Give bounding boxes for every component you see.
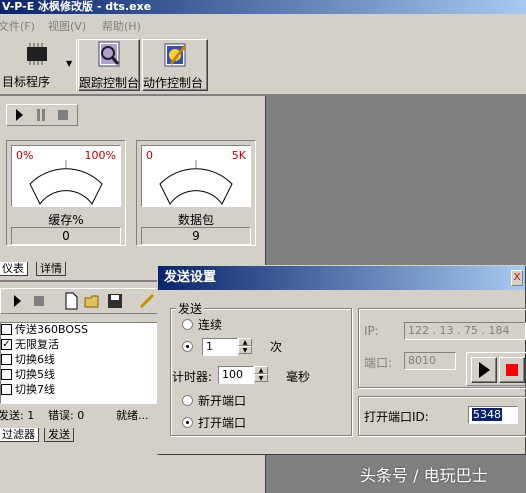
timer-unit: 毫秒 bbox=[286, 370, 311, 384]
spin-up-icon[interactable]: ▲ bbox=[238, 338, 252, 346]
list-checkbox[interactable] bbox=[1, 383, 12, 395]
port-label: 端口: bbox=[364, 356, 393, 370]
timer-label: 计时器: bbox=[172, 370, 213, 384]
list-play-button[interactable] bbox=[7, 291, 27, 311]
menu-view[interactable]: 视图(V) bbox=[48, 18, 86, 34]
cache-gauge-caption: 缓存% bbox=[48, 213, 84, 227]
ip-label: IP: bbox=[364, 324, 379, 338]
cache-gauge: 0% 100% 缓存% 0 bbox=[6, 140, 126, 246]
status-error: 错误: 0 bbox=[48, 409, 85, 422]
list-checkbox[interactable] bbox=[1, 353, 12, 365]
count-radio[interactable] bbox=[182, 340, 198, 354]
list-item[interactable]: 切换5线 bbox=[1, 368, 55, 382]
action-console-label: 动作控制台 bbox=[143, 76, 204, 90]
radio-indicator bbox=[182, 319, 193, 330]
list-stop-button[interactable] bbox=[29, 291, 49, 311]
open-folder-icon[interactable] bbox=[83, 291, 103, 311]
stop-button[interactable] bbox=[53, 105, 73, 125]
dropdown-arrow-icon[interactable]: ▼ bbox=[66, 59, 72, 68]
window-title-bar: V-P-E 冰枫修改版 - dts.exe bbox=[0, 0, 526, 14]
radio-indicator bbox=[182, 395, 193, 406]
toolbar-separator bbox=[76, 39, 77, 91]
send-controls bbox=[466, 352, 526, 386]
trace-console-label: 跟踪控制台 bbox=[79, 76, 140, 90]
pen-document-icon bbox=[159, 40, 191, 70]
dialog-stop-button[interactable] bbox=[499, 357, 525, 383]
tab-details[interactable]: 详情 bbox=[36, 262, 66, 276]
packet-gauge-face: 0 5K bbox=[141, 145, 251, 207]
radio-indicator bbox=[182, 417, 193, 428]
count-input[interactable]: 1 bbox=[202, 338, 238, 356]
play-icon bbox=[479, 362, 490, 378]
target-program-label: 目标程序 bbox=[2, 75, 51, 89]
packet-gauge-arc bbox=[159, 160, 233, 205]
pencil-icon[interactable] bbox=[137, 291, 157, 311]
chip-icon bbox=[21, 39, 53, 69]
play-button[interactable] bbox=[9, 105, 29, 125]
spin-down-icon[interactable]: ▼ bbox=[254, 374, 268, 382]
tab-gauges[interactable]: 仪表 bbox=[0, 262, 28, 276]
close-icon: X bbox=[513, 272, 521, 283]
open-port-id-label: 打开端口ID: bbox=[364, 410, 429, 424]
playback-controls bbox=[6, 104, 78, 126]
menu-bar: 文件(F) 视图(V) 帮助(H) bbox=[0, 14, 526, 35]
watermark: 头条号 / 电玩巴士 bbox=[360, 466, 488, 485]
new-port-radio[interactable]: 新开端口 bbox=[182, 392, 246, 409]
packet-gauge: 0 5K 数据包 9 bbox=[136, 140, 256, 246]
cache-gauge-arc bbox=[29, 160, 103, 205]
packet-gauge-caption: 数据包 bbox=[177, 213, 214, 227]
dialog-title-bar: 发送设置 bbox=[158, 266, 525, 290]
list-checkbox[interactable] bbox=[1, 323, 12, 335]
save-icon[interactable] bbox=[105, 291, 125, 311]
count-spinner[interactable]: ▲ ▼ bbox=[238, 338, 252, 356]
radio-indicator bbox=[182, 341, 193, 352]
menu-file[interactable]: 文件(F) bbox=[0, 18, 35, 34]
tab-filter[interactable]: 过滤器 bbox=[0, 428, 39, 442]
send-group-label: 发送 bbox=[176, 300, 205, 317]
close-button[interactable]: X bbox=[511, 270, 523, 286]
stop-icon bbox=[506, 364, 518, 376]
menu-help[interactable]: 帮助(H) bbox=[102, 18, 141, 34]
trace-console-button[interactable]: 跟踪控制台 bbox=[78, 39, 140, 91]
spin-down-icon[interactable]: ▼ bbox=[238, 346, 252, 354]
target-program-button[interactable]: 目标程序 bbox=[2, 39, 72, 91]
window-title: V-P-E 冰枫修改版 - dts.exe bbox=[2, 0, 152, 13]
spin-up-icon[interactable]: ▲ bbox=[254, 366, 268, 374]
dialog-play-button[interactable] bbox=[471, 357, 497, 383]
new-file-icon[interactable] bbox=[61, 291, 81, 311]
pause-button[interactable] bbox=[31, 105, 51, 125]
timer-input[interactable]: 100 bbox=[218, 366, 254, 384]
ip-input[interactable]: 122 . 13 . 75 . 184 bbox=[404, 322, 526, 340]
port-input[interactable]: 8010 bbox=[404, 352, 456, 370]
list-item[interactable]: 切换7线 bbox=[1, 383, 55, 397]
list-item[interactable]: ✓ 无限复活 bbox=[1, 338, 59, 352]
cache-gauge-face: 0% 100% bbox=[11, 145, 121, 207]
status-ready: 就绪... bbox=[116, 409, 149, 422]
toolbar: 目标程序 ▼ 跟踪控制台 动作控制台 bbox=[0, 35, 526, 95]
tab-send[interactable]: 发送 bbox=[44, 428, 74, 442]
send-settings-dialog: 发送设置 X 发送 连续 1 ▲ ▼ 次 计时器: 100 ▲ ▼ 毫秒 新开端… bbox=[157, 265, 526, 455]
count-unit: 次 bbox=[270, 340, 283, 354]
magnifier-document-icon bbox=[93, 40, 125, 70]
open-port-radio[interactable]: 打开端口 bbox=[182, 414, 246, 431]
list-item[interactable]: 传送360BOSS bbox=[1, 323, 88, 337]
status-send: 发送: 1 bbox=[0, 409, 35, 422]
open-port-id-value: 5348 bbox=[472, 408, 502, 421]
list-checkbox[interactable] bbox=[1, 368, 12, 380]
continuous-radio[interactable]: 连续 bbox=[182, 316, 222, 333]
list-checkbox[interactable]: ✓ bbox=[1, 338, 12, 350]
dialog-title: 发送设置 bbox=[164, 270, 217, 285]
timer-spinner[interactable]: ▲ ▼ bbox=[254, 366, 268, 384]
cache-gauge-value: 0 bbox=[11, 227, 121, 245]
action-console-button[interactable]: 动作控制台 bbox=[142, 39, 208, 91]
list-item[interactable]: 切换6线 bbox=[1, 353, 55, 367]
packet-gauge-value: 9 bbox=[141, 227, 251, 245]
open-port-id-input[interactable]: 5348 bbox=[468, 406, 518, 424]
